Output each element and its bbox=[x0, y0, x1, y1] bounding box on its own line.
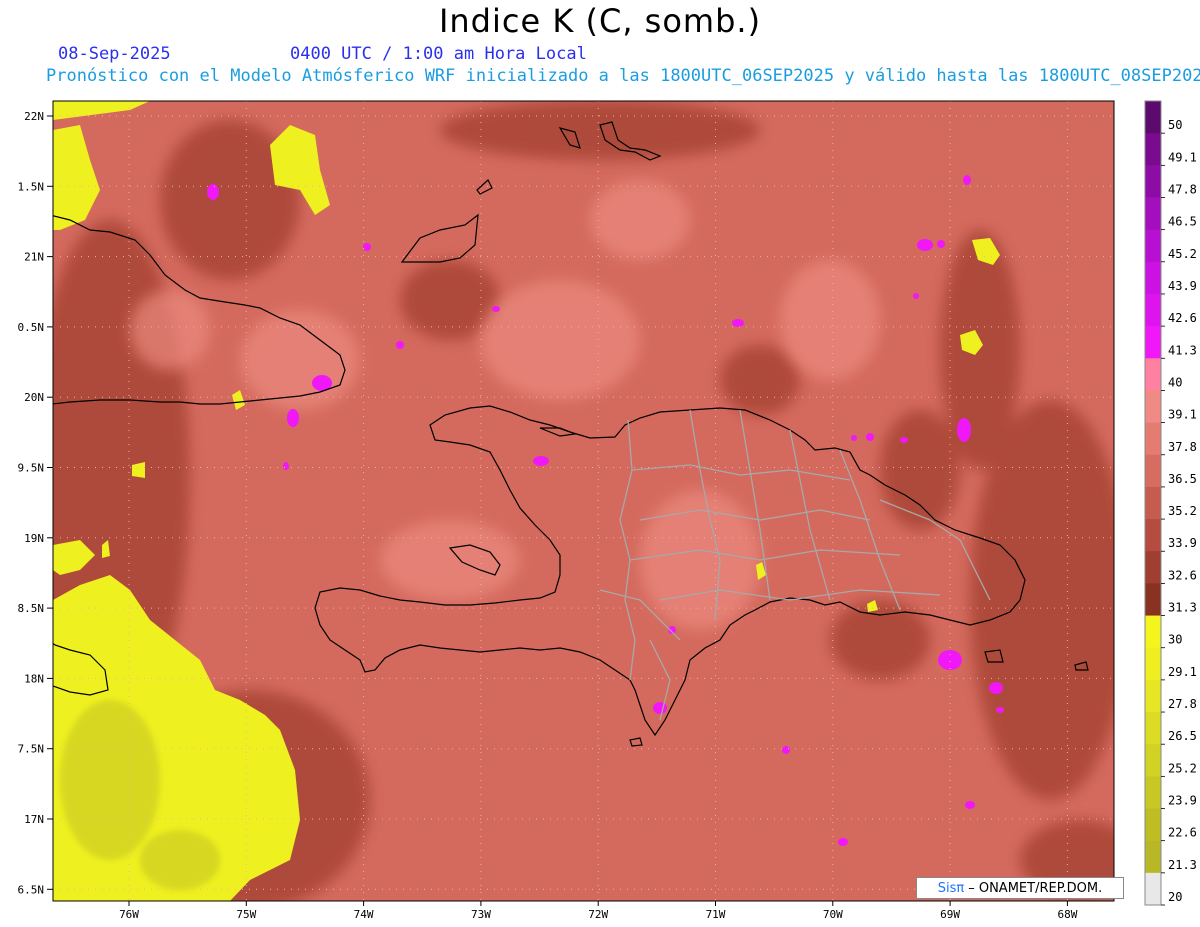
legend-swatch bbox=[1145, 454, 1161, 488]
legend-swatch bbox=[1145, 261, 1161, 295]
latitude-axis: 22N 1.5N 21N 0.5N 20N 9.5N 19N 8.5N 18N 7.5N 17N 6.… bbox=[18, 110, 53, 896]
legend-swatch bbox=[1145, 840, 1161, 874]
lat-tick-label: 22N bbox=[24, 110, 44, 123]
lon-tick-label: 68W bbox=[1057, 908, 1077, 921]
lat-tick-label: 7.5N bbox=[18, 743, 45, 756]
longitude-axis: 76W 75W 74W 73W 72W 71W 70W 69W 68W bbox=[119, 901, 1078, 921]
legend-swatch bbox=[1145, 133, 1161, 166]
k-index-map: 22N 1.5N 21N 0.5N 20N 9.5N 19N 8.5N 18N 7.5N 17N 6.… bbox=[18, 100, 1197, 921]
legend-label: 27.8 bbox=[1168, 697, 1197, 711]
legend-label: 32.6 bbox=[1168, 568, 1197, 582]
legend-label: 21.3 bbox=[1168, 858, 1197, 872]
legend-label: 41.3 bbox=[1168, 343, 1197, 357]
legend-label: 43.9 bbox=[1168, 279, 1197, 293]
legend-swatch bbox=[1145, 486, 1161, 520]
legend-swatch bbox=[1145, 326, 1161, 359]
lat-tick-label: 6.5N bbox=[18, 883, 45, 896]
legend-label: 46.5 bbox=[1168, 215, 1197, 229]
legend-swatch bbox=[1145, 358, 1161, 391]
legend-label: 36.5 bbox=[1168, 472, 1197, 486]
legend-swatch bbox=[1145, 551, 1161, 584]
legend-swatch bbox=[1145, 293, 1161, 327]
legend-swatch bbox=[1145, 744, 1161, 777]
legend-swatch bbox=[1145, 197, 1161, 231]
lon-tick-label: 74W bbox=[354, 908, 374, 921]
legend-label: 47.8 bbox=[1168, 182, 1197, 196]
legend-swatch bbox=[1145, 229, 1161, 263]
k-index-field bbox=[53, 101, 1114, 901]
lat-tick-label: 17N bbox=[24, 813, 44, 826]
lat-tick-label: 0.5N bbox=[18, 321, 45, 334]
legend-swatch bbox=[1145, 647, 1161, 681]
legend-swatch bbox=[1145, 390, 1161, 424]
legend-label: 35.2 bbox=[1168, 504, 1197, 518]
sispi-logo: Sisπ bbox=[937, 880, 965, 896]
legend-label: 30 bbox=[1168, 633, 1182, 647]
legend-label: 25.2 bbox=[1168, 761, 1197, 775]
legend-label: 29.1 bbox=[1168, 665, 1197, 679]
legend-swatch bbox=[1145, 519, 1161, 552]
lat-tick-label: 18N bbox=[24, 672, 44, 685]
legend-swatch bbox=[1145, 776, 1161, 810]
legend-label: 39.1 bbox=[1168, 408, 1197, 422]
lat-tick-label: 8.5N bbox=[18, 602, 45, 615]
legend-label: 33.9 bbox=[1168, 536, 1197, 550]
legend-label: 40 bbox=[1168, 375, 1182, 389]
legend-label: 50 bbox=[1168, 118, 1182, 132]
legend-label: 22.6 bbox=[1168, 826, 1197, 840]
lat-tick-label: 20N bbox=[24, 391, 44, 404]
color-legend: 50 49.1 47.8 46.5 45.2 43.9 42.6 41.3 40 39.1 37.8… bbox=[1144, 100, 1197, 906]
legend-label: 49.1 bbox=[1168, 150, 1197, 164]
legend-label: 37.8 bbox=[1168, 440, 1197, 454]
credit-org: – ONAMET/REP.DOM. bbox=[968, 880, 1103, 896]
legend-swatch bbox=[1145, 872, 1161, 906]
legend-label: 42.6 bbox=[1168, 311, 1197, 325]
lon-tick-label: 72W bbox=[588, 908, 608, 921]
legend-swatch bbox=[1145, 165, 1161, 198]
legend-label: 23.9 bbox=[1168, 794, 1197, 808]
legend-swatch bbox=[1145, 101, 1161, 134]
legend-label: 20 bbox=[1168, 890, 1182, 904]
legend-swatch bbox=[1145, 808, 1161, 842]
legend-swatch bbox=[1145, 615, 1161, 649]
lat-tick-label: 1.5N bbox=[18, 180, 45, 193]
lon-tick-label: 70W bbox=[823, 908, 843, 921]
lat-tick-label: 21N bbox=[24, 251, 44, 264]
legend-label: 45.2 bbox=[1168, 247, 1197, 261]
lon-tick-label: 75W bbox=[236, 908, 256, 921]
lat-tick-label: 19N bbox=[24, 532, 44, 545]
legend-label: 31.3 bbox=[1168, 601, 1197, 615]
lat-tick-label: 9.5N bbox=[18, 462, 45, 475]
legend-swatch bbox=[1145, 712, 1161, 745]
legend-swatch bbox=[1145, 583, 1161, 617]
legend-swatch bbox=[1145, 679, 1161, 713]
legend-swatch bbox=[1145, 422, 1161, 456]
lon-tick-label: 76W bbox=[119, 908, 139, 921]
lon-tick-label: 69W bbox=[940, 908, 960, 921]
lon-tick-label: 73W bbox=[471, 908, 491, 921]
lon-tick-label: 71W bbox=[706, 908, 726, 921]
credit-box: Sisπ – ONAMET/REP.DOM. bbox=[916, 877, 1124, 899]
legend-label: 26.5 bbox=[1168, 729, 1197, 743]
